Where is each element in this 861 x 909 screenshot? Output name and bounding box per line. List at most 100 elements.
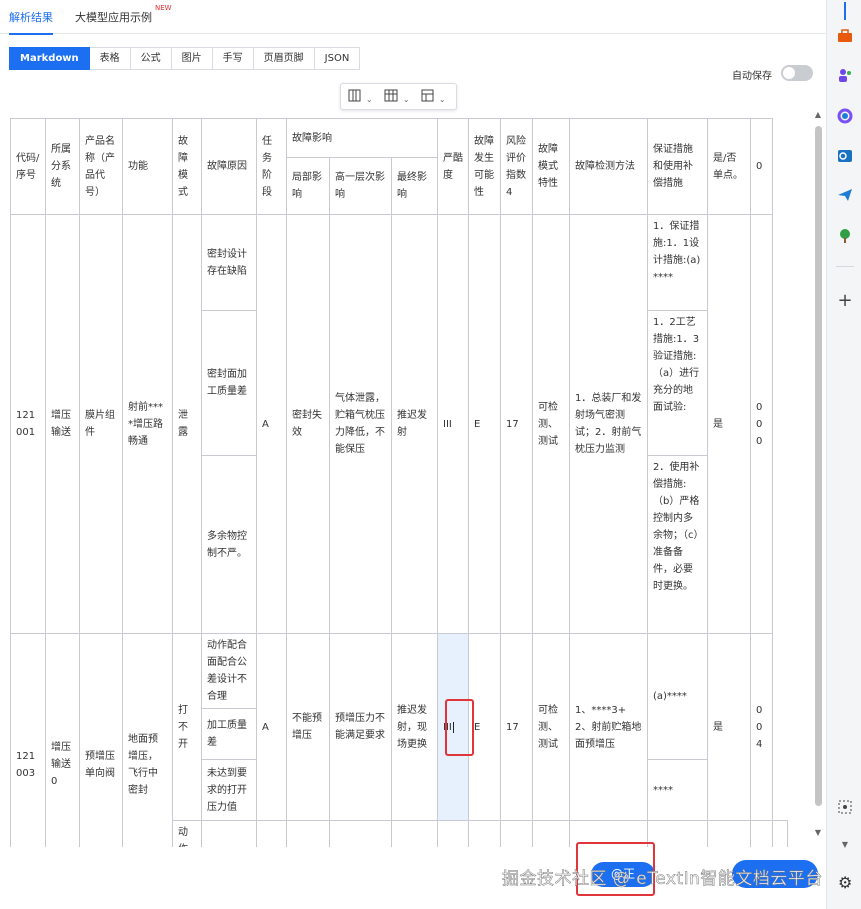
header-function[interactable]: 功能 (122, 118, 173, 215)
table-cell-empty[interactable] (468, 820, 501, 847)
row1-phase[interactable]: A (256, 214, 287, 634)
header-effect-final[interactable]: 最终影响 (391, 157, 438, 215)
header-subsystem[interactable]: 所属分系统 (45, 118, 80, 215)
row2-cause[interactable]: 动作配合面配合公差设计不合理 (201, 633, 257, 709)
scroll-down-icon[interactable]: ▼ (812, 828, 824, 837)
header-likelihood[interactable]: 故障发生可能性 (468, 118, 501, 215)
row1-measure[interactable]: 1．保证措施:1．1设计措施:(a)**** (647, 214, 708, 311)
row2-effect-local[interactable]: 不能预增压 (286, 633, 330, 821)
row2-phase[interactable]: A (256, 633, 287, 821)
autosave-toggle[interactable] (781, 65, 813, 81)
row1-code[interactable]: 121001 (10, 214, 46, 634)
table-cell-empty[interactable] (329, 820, 392, 847)
tab-llm-examples[interactable]: 大模型应用示例 NEW (75, 4, 172, 25)
row1-failure-mode[interactable]: 泄露 (172, 214, 202, 634)
row2-effect-higher[interactable]: 预增压力不能满足要求 (329, 633, 392, 821)
header-effect-higher[interactable]: 高一层次影响 (329, 157, 392, 215)
row1-cause[interactable]: 密封面加工质量差 (201, 310, 257, 456)
format-tab-header-footer[interactable]: 页眉页脚 (253, 47, 315, 70)
table-cell-empty[interactable] (500, 820, 533, 847)
row1-last[interactable]: 000 (750, 214, 773, 634)
vertical-scrollbar[interactable]: ▲ ▼ (812, 108, 824, 844)
row1-detection[interactable]: 1．总装厂和发射场气密测试；2．射前气枕压力监测 (569, 214, 648, 634)
header-cause[interactable]: 故障原因 (201, 118, 257, 215)
row2-code[interactable]: 121003 (10, 633, 46, 847)
insert-column-button[interactable]: ⌄ (348, 89, 378, 106)
table-cell-empty[interactable] (750, 820, 773, 847)
row2-function[interactable]: 地面预增压，飞行中密封 (122, 633, 173, 847)
row2-product[interactable]: 预增压单向阀 (79, 633, 123, 847)
header-risk-index[interactable]: 风险评价指数4 (500, 118, 533, 215)
rail-scroll-down-icon[interactable]: ▼ (836, 836, 854, 854)
row1-measure[interactable]: 1．2工艺措施:1．3验证措施:（a）进行充分的地面试验: (647, 310, 708, 456)
row2-mode-feature[interactable]: 可检测、测试 (532, 633, 570, 821)
tree-icon[interactable] (836, 228, 854, 246)
format-tab-handwriting[interactable]: 手写 (212, 47, 254, 70)
format-tab-image[interactable]: 图片 (171, 47, 213, 70)
table-cell-empty[interactable] (707, 820, 751, 847)
row2-risk-index[interactable]: 17 (500, 633, 533, 821)
row1-cause[interactable]: 密封设计存在缺陷 (201, 214, 257, 311)
format-tab-json[interactable]: JSON (314, 47, 361, 70)
outlook-icon[interactable] (836, 148, 854, 166)
row1-severity[interactable]: III (437, 214, 469, 634)
format-tab-markdown[interactable]: Markdown (9, 47, 90, 70)
table-cell-empty[interactable] (391, 820, 438, 847)
row2-cause[interactable]: 动作配合 (172, 820, 202, 847)
row2-failure-mode[interactable]: 打不开 (172, 633, 202, 821)
header-product[interactable]: 产品名称（产品代号） (79, 118, 123, 215)
row2-cause[interactable]: 加工质量差 (201, 708, 257, 760)
scroll-up-icon[interactable]: ▲ (812, 110, 824, 119)
screenshot-icon[interactable] (836, 800, 854, 818)
scroll-thumb[interactable] (815, 126, 822, 806)
row2-single-point[interactable]: 是 (707, 633, 751, 821)
header-effect-group[interactable]: 故障影响 (286, 118, 438, 158)
row1-subsystem[interactable]: 增压输送 (45, 214, 80, 634)
briefcase-icon[interactable] (836, 29, 854, 47)
row1-likelihood[interactable]: E (468, 214, 501, 634)
copilot-icon[interactable] (836, 108, 854, 126)
row2-cause[interactable]: 未达到要求的打开压力值 (201, 759, 257, 821)
header-effect-local[interactable]: 局部影响 (286, 157, 330, 215)
row1-single-point[interactable]: 是 (707, 214, 751, 634)
header-phase[interactable]: 任务阶段 (256, 118, 287, 215)
header-mode-feature[interactable]: 故障模式特性 (532, 118, 570, 215)
header-detection[interactable]: 故障检测方法 (569, 118, 648, 215)
table-cell-empty[interactable] (437, 820, 469, 847)
row1-effect-local[interactable]: 密封失效 (286, 214, 330, 634)
plus-icon[interactable]: + (836, 292, 854, 310)
header-last[interactable]: 0 (750, 118, 773, 215)
table-cell-empty[interactable] (201, 820, 257, 847)
row2-last[interactable]: 004 (750, 633, 773, 821)
send-icon[interactable] (836, 188, 854, 206)
row2-detection[interactable]: 1、****3+ 2、射前贮箱地面预增压 (569, 633, 648, 821)
header-failure-mode[interactable]: 故障模式 (172, 118, 202, 215)
row1-product[interactable]: 膜片组件 (79, 214, 123, 634)
table-cell-empty[interactable] (647, 820, 708, 847)
row2-effect-final[interactable]: 推迟发射，现场更换 (391, 633, 438, 821)
row1-effect-higher[interactable]: 气体泄露，贮箱气枕压力降低，不能保压 (329, 214, 392, 634)
row1-effect-final[interactable]: 推迟发射 (391, 214, 438, 634)
header-measures[interactable]: 保证措施和使用补偿措施 (647, 118, 708, 215)
merge-cells-button[interactable]: ⌄ (421, 89, 451, 106)
format-tab-table[interactable]: 表格 (89, 47, 131, 70)
tab-parse-result[interactable]: 解析结果 (9, 9, 53, 35)
header-single-point[interactable]: 是/否单点。 (707, 118, 751, 215)
header-severity[interactable]: 严酷度 (437, 118, 469, 215)
row1-risk-index[interactable]: 17 (500, 214, 533, 634)
row1-cause[interactable]: 多余物控制不严。 (201, 455, 257, 634)
format-tab-formula[interactable]: 公式 (130, 47, 172, 70)
table-cell-empty[interactable] (286, 820, 330, 847)
row2-subsystem[interactable]: 增压输送0 (45, 633, 80, 847)
insert-row-button[interactable]: ⌄ (384, 89, 414, 106)
table-cell-empty[interactable] (772, 820, 788, 847)
row2-measure[interactable]: (a)**** (647, 633, 708, 760)
row2-measure[interactable]: **** (647, 759, 708, 821)
table-cell-empty[interactable] (532, 820, 570, 847)
people-icon[interactable] (836, 67, 854, 85)
row1-measure[interactable]: 2．使用补偿措施:（b）严格控制内多余物；（c）准备备件，必要时更换。 (647, 455, 708, 634)
row1-mode-feature[interactable]: 可检测、测试 (532, 214, 570, 634)
row1-function[interactable]: 射前****增压路畅通 (122, 214, 173, 634)
header-code[interactable]: 代码/序号 (10, 118, 46, 215)
gear-icon[interactable]: ⚙ (838, 873, 852, 892)
